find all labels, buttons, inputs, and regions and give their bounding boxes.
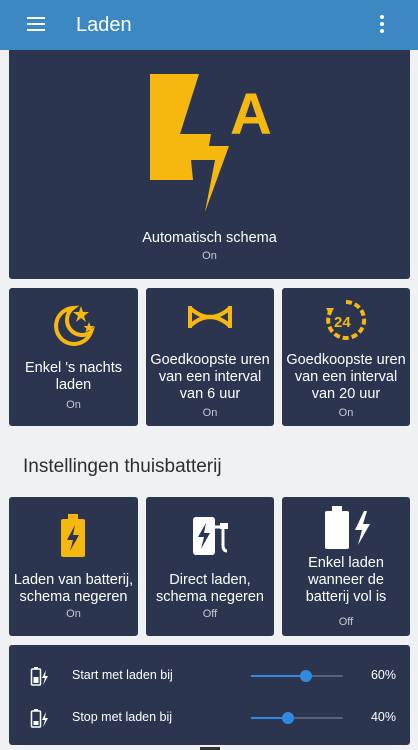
start-charge-row: Start met laden bij 60% [9,655,410,695]
page-title: Laden [76,14,132,36]
stop-charge-slider[interactable] [251,712,343,724]
interval-6h-state: On [202,407,218,419]
battery-charging-icon [61,514,85,557]
interval-20h-label: Goedkoopste uren van een interval van 20… [286,352,406,402]
lightning-auto-icon: A [150,74,272,212]
battery-bolt-icon [325,506,370,549]
section-title: Instellingen thuisbatterij [23,456,222,477]
night-charge-label: Enkel 's nachts laden [24,360,123,393]
full-battery-label: Enkel laden wanneer de batterij vol is [305,555,387,605]
automatic-schedule-state: On [202,250,217,262]
stop-charge-value: 40% [370,710,396,724]
start-charge-value: 60% [370,668,396,682]
stop-charge-label: Stop met laden bij [72,710,173,724]
full-battery-tile[interactable]: Enkel laden wanneer de batterij vol is O… [282,497,410,636]
battery-charge-state: On [66,608,81,620]
automatic-schedule-label: Automatisch schema [142,230,277,246]
battery-charge-label: Laden van batterij, schema negeren [13,572,134,605]
battery-start-icon [30,667,48,686]
more-vert-icon[interactable] [376,15,388,35]
full-battery-state: Off [338,616,354,628]
battery-stop-icon [30,709,48,728]
start-charge-slider[interactable] [251,670,343,682]
night-charge-tile[interactable]: Enkel 's nachts laden On [9,288,138,426]
stop-charge-slider-handle[interactable] [281,712,294,724]
moon-stars-icon [54,305,96,346]
interval-6h-label: Goedkoopste uren van een interval van 6 … [150,352,270,402]
battery-charge-tile[interactable]: Laden van batterij, schema negeren On [9,497,138,636]
app-bar: Laden [0,0,418,50]
start-charge-slider-fill [251,675,307,677]
automatic-schedule-card[interactable]: A Automatisch schema On [9,50,410,279]
start-charge-slider-handle[interactable] [300,670,313,682]
stop-charge-row: Stop met laden bij 40% [9,697,410,737]
interval-20h-state: On [338,407,354,419]
night-charge-state: On [66,399,81,411]
direct-charge-label: Direct laden, schema negeren [155,572,264,605]
start-charge-label: Start met laden bij [72,668,173,682]
hamburger-menu-icon[interactable] [27,17,45,31]
direct-charge-tile[interactable]: Direct laden, schema negeren Off [146,497,274,636]
charge-threshold-card: Start met laden bij 60% Stop met laden b… [9,645,410,745]
clock-24-icon: 24 [326,299,367,340]
ev-charger-icon [193,517,228,555]
svg-text:A: A [230,82,272,147]
svg-text:24: 24 [334,314,351,331]
direct-charge-state: Off [202,608,218,620]
interval-6h-icon [188,306,232,328]
interval-20h-tile[interactable]: 24 Goedkoopste uren van een interval van… [282,288,410,426]
interval-6h-tile[interactable]: Goedkoopste uren van een interval van 6 … [146,288,274,426]
